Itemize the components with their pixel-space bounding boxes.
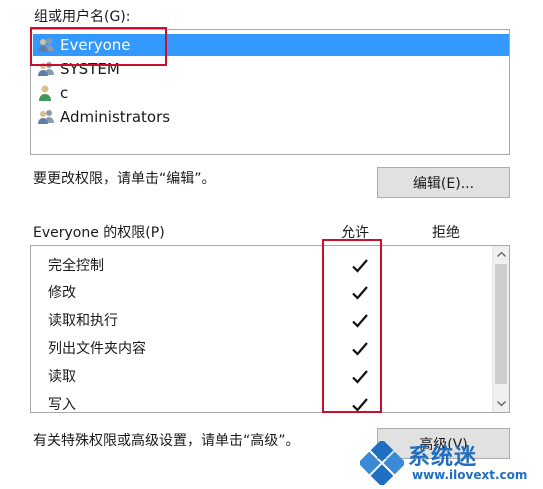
group-list-label: 组或用户名(G): [34,9,131,25]
list-item-label: c [60,84,69,102]
permission-row-read: 读取 [48,369,76,385]
users-icon [37,108,55,126]
list-item-administrators[interactable]: Administrators [37,106,172,128]
permissions-title: Everyone 的权限(P) [33,225,165,241]
edit-hint-text: 要更改权限，请单击“编辑”。 [33,171,216,187]
advanced-hint-text: 有关特殊权限或高级设置，请单击“高级”。 [33,433,300,449]
user-icon [37,84,55,102]
scroll-down-arrow-icon[interactable] [493,396,509,412]
permission-row-read-execute: 读取和执行 [48,313,118,329]
deny-column-header: 拒绝 [432,225,460,241]
watermark-text: 系统迷 [408,445,478,470]
highlight-box-allow-column [322,239,382,413]
list-item-label: Administrators [60,108,171,126]
watermark-url: www.ilovext.com [412,468,528,482]
watermark: 系统迷 www.ilovext.com [352,435,543,489]
permission-row-write: 写入 [48,397,76,413]
permissions-list[interactable]: 完全控制 修改 读取和执行 列出文件夹内容 读取 写入 [30,245,510,413]
permissions-scrollbar[interactable] [492,246,509,412]
scroll-up-arrow-icon[interactable] [493,246,509,262]
permission-row-full-control: 完全控制 [48,258,104,274]
windows-logo-icon [360,441,404,485]
scrollbar-thumb[interactable] [495,264,507,384]
permission-row-list-folder: 列出文件夹内容 [48,341,146,357]
edit-button[interactable]: 编辑(E)... [377,167,510,198]
permission-row-modify: 修改 [48,285,76,301]
highlight-box-everyone [30,27,167,66]
list-item-user-c[interactable]: c [37,82,70,104]
